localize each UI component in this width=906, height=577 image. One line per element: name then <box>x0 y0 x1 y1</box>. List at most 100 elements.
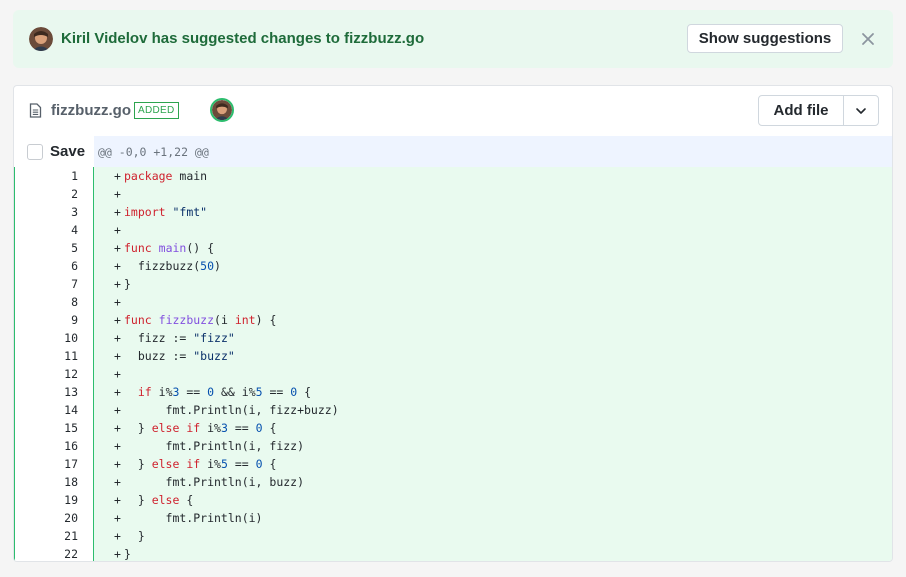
line-number: 18 <box>64 475 78 489</box>
show-suggestions-button[interactable]: Show suggestions <box>687 24 843 53</box>
code-content: func main() { <box>124 239 214 257</box>
code-content: if i%3 == 0 && i%5 == 0 { <box>124 383 311 401</box>
code-token: } <box>124 457 152 471</box>
file-header: fizzbuzz.go ADDED Add file <box>14 86 892 137</box>
code-content: } <box>124 527 145 545</box>
added-line-marker: + <box>114 475 121 489</box>
added-line-marker: + <box>114 511 121 525</box>
code-line: 5 + func main() { <box>14 239 892 257</box>
code-token: if <box>186 457 201 471</box>
code-content: fmt.Println(i, fizz+buzz) <box>124 401 339 419</box>
code-token: else <box>151 493 180 507</box>
code-token: ) { <box>255 313 277 327</box>
code-token: fizz := <box>124 331 194 345</box>
code-token: else <box>151 457 180 471</box>
code-token: == <box>179 385 208 399</box>
line-number: 16 <box>64 439 78 453</box>
code-token: if <box>137 385 152 399</box>
code-token: main <box>158 241 187 255</box>
line-number: 11 <box>64 349 78 363</box>
code-content: fizz := "fizz" <box>124 329 235 347</box>
suggestion-message: Kiril Videlov has suggested changes to f… <box>61 30 425 47</box>
code-line: 16 + fmt.Println(i, fizz) <box>14 437 892 455</box>
line-number: 7 <box>71 277 78 291</box>
line-number: 20 <box>64 511 78 525</box>
code-line: 12 + <box>14 365 892 383</box>
added-line-marker: + <box>114 313 121 327</box>
code-view: 1 + package main 2 +3 + import "fmt" 4 +5 + func m… <box>14 167 892 561</box>
code-token: 0 <box>255 421 263 435</box>
added-line-marker: + <box>114 223 121 237</box>
line-number: 1 <box>71 169 78 183</box>
status-badge: ADDED <box>134 102 179 119</box>
close-icon[interactable] <box>856 27 880 51</box>
code-content: fmt.Println(i, fizz) <box>124 437 304 455</box>
chevron-down-icon[interactable] <box>844 96 878 125</box>
added-line-marker: + <box>114 277 121 291</box>
line-number: 3 <box>71 205 78 219</box>
hunk-header-row: Save @@ -0,0 +1,22 @@ <box>14 136 892 167</box>
code-line: 22 +} <box>14 545 892 561</box>
line-number: 15 <box>64 421 78 435</box>
code-token: 5 <box>220 457 228 471</box>
file-document-icon <box>29 103 42 123</box>
added-line-marker: + <box>114 241 121 255</box>
line-number: 6 <box>71 259 78 273</box>
code-content: fizzbuzz(50) <box>124 257 221 275</box>
code-token: "buzz" <box>193 349 235 363</box>
code-token: fizzbuzz <box>158 313 215 327</box>
added-line-marker: + <box>114 349 121 363</box>
code-line: 3 + import "fmt" <box>14 203 892 221</box>
code-token: } <box>124 547 131 561</box>
code-token: func <box>124 241 152 255</box>
code-token: } <box>124 277 131 291</box>
code-content: } else if i%3 == 0 { <box>124 419 277 437</box>
code-line: 7 +} <box>14 275 892 293</box>
added-line-marker: + <box>114 259 121 273</box>
code-token: 3 <box>220 421 228 435</box>
code-content: fmt.Println(i) <box>124 509 263 527</box>
code-token: == <box>262 385 291 399</box>
code-content: buzz := "buzz" <box>124 347 235 365</box>
line-number: 12 <box>64 367 78 381</box>
added-line-marker: + <box>114 403 121 417</box>
add-file-button[interactable]: Add file <box>759 96 844 125</box>
code-token: == <box>227 457 256 471</box>
code-token: { <box>262 421 277 435</box>
code-line: 6 + fizzbuzz(50) <box>14 257 892 275</box>
code-token: && i% <box>214 385 256 399</box>
code-token: else <box>151 421 180 435</box>
line-number: 9 <box>71 313 78 327</box>
save-label: Save <box>50 143 86 160</box>
added-line-marker: + <box>114 295 121 309</box>
added-line-marker: + <box>114 457 121 471</box>
file-diff-card: fizzbuzz.go ADDED Add file Save @@ -0,0 … <box>13 85 893 562</box>
code-token: 5 <box>255 385 263 399</box>
code-token: i% <box>200 457 221 471</box>
save-control: Save <box>14 136 94 167</box>
code-token: package <box>124 169 173 183</box>
code-content: import "fmt" <box>124 203 207 221</box>
code-content: fmt.Println(i, buzz) <box>124 473 304 491</box>
code-token: int <box>234 313 256 327</box>
save-checkbox[interactable] <box>27 144 43 160</box>
line-number: 2 <box>71 187 78 201</box>
user-avatar <box>29 27 53 51</box>
line-number: 22 <box>64 547 78 561</box>
code-token: 50 <box>200 259 215 273</box>
code-content: package main <box>124 167 207 185</box>
code-token: "fizz" <box>193 331 235 345</box>
added-line-marker: + <box>114 367 121 381</box>
code-token: i% <box>151 385 173 399</box>
code-token: (i <box>214 313 235 327</box>
added-line-marker: + <box>114 547 121 561</box>
added-line-marker: + <box>114 439 121 453</box>
code-token: import <box>124 205 166 219</box>
line-number: 5 <box>71 241 78 255</box>
code-token: { <box>297 385 312 399</box>
code-token: } <box>124 493 152 507</box>
code-line: 13 + if i%3 == 0 && i%5 == 0 { <box>14 383 892 401</box>
code-token: if <box>186 421 201 435</box>
